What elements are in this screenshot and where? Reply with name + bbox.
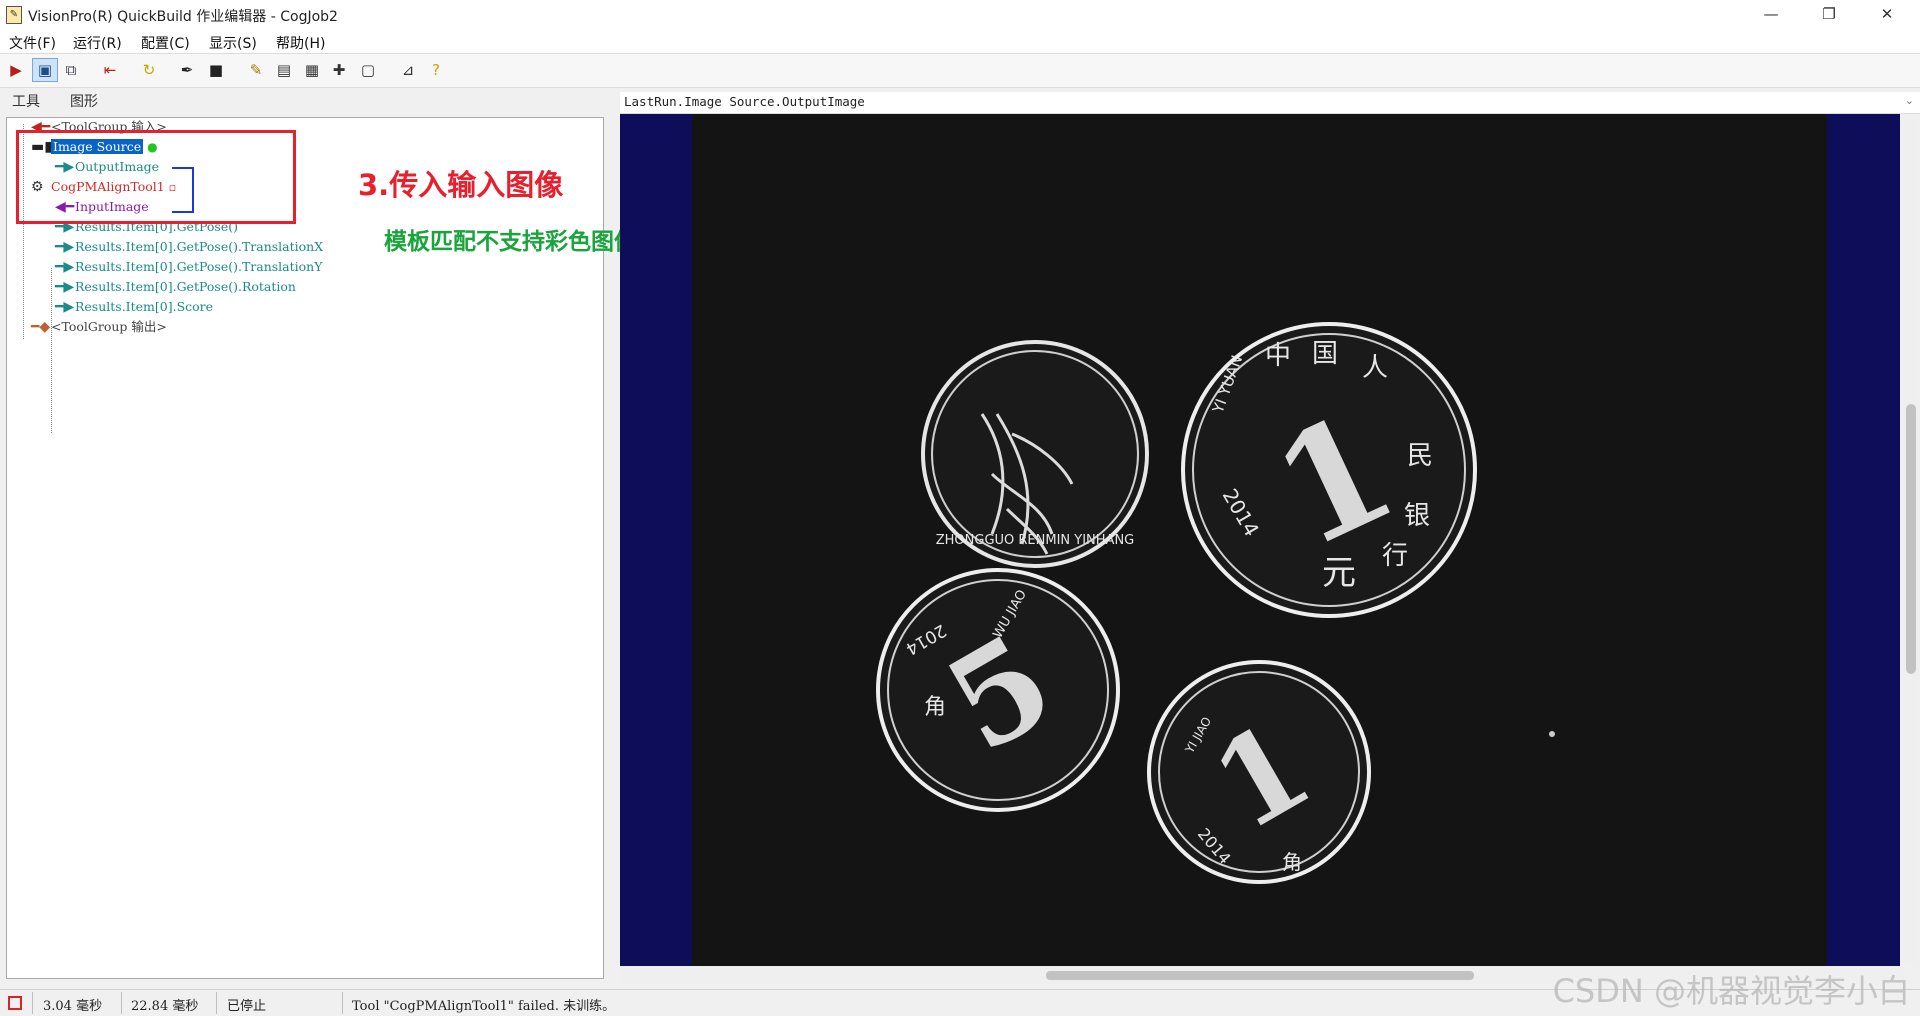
output-terminal-icon: ━▶	[55, 299, 75, 315]
svg-text:中: 中	[1265, 341, 1291, 371]
output-terminal-icon: ━▶	[55, 279, 75, 295]
toolbar: ▶ ▣ ⧉ ⇤ ↻ ✒ ■ ✎ ▤ ▦ ✚ ▢ ⊿ ?	[0, 53, 1920, 88]
viewer-header: LastRun.Image Source.OutputImage ⌄	[620, 92, 1920, 114]
svg-text:银: 银	[1404, 501, 1430, 531]
status-message: Tool "CogPMAlignTool1" failed. 未训练。	[352, 999, 616, 1014]
tree-result-item[interactable]: ━▶Results.Item[0].GetPose().TranslationX	[55, 238, 323, 256]
output-arrow-icon: ━◆	[31, 319, 51, 335]
image-viewer[interactable]: ZHONGGUO RENMIN YINHANG 1 中 国 人 民 银 行 元 …	[620, 114, 1900, 966]
horizontal-scroll-thumb[interactable]	[1046, 971, 1474, 980]
tree-result-item[interactable]: ━▶Results.Item[0].Score	[55, 298, 213, 316]
vertical-scrollbar[interactable]	[1904, 114, 1918, 966]
menu-run[interactable]: 运行(R)	[73, 33, 122, 53]
status-separator	[32, 992, 33, 1014]
tree-line	[51, 268, 52, 433]
menu-config[interactable]: 配置(C)	[141, 33, 190, 53]
svg-text:角: 角	[1282, 850, 1302, 874]
output-terminal-icon: ━▶	[55, 239, 75, 255]
tree-group-output[interactable]: ━◆<ToolGroup 输出>	[31, 318, 167, 336]
svg-text:角: 角	[924, 695, 946, 720]
vertical-scroll-thumb[interactable]	[1906, 404, 1916, 674]
counter-icon[interactable]: ▤	[272, 59, 296, 81]
image-display-icon[interactable]: ▣	[32, 58, 58, 82]
status-separator	[121, 992, 122, 1014]
coin1-legend: ZHONGGUO RENMIN YINHANG	[936, 533, 1135, 548]
edit-pen-icon[interactable]: ✒	[175, 59, 199, 81]
tree-result-item[interactable]: ━▶Results.Item[0].GetPose().Rotation	[55, 278, 296, 296]
coin-image: ZHONGGUO RENMIN YINHANG 1 中 国 人 民 银 行 元 …	[692, 114, 1827, 966]
notes-icon[interactable]: ✎	[244, 59, 268, 81]
chevron-down-icon[interactable]: ⌄	[1905, 94, 1914, 107]
coins-svg: ZHONGGUO RENMIN YINHANG 1 中 国 人 民 银 行 元 …	[876, 322, 1555, 884]
app-icon: ✎	[6, 6, 22, 24]
viewer-title: LastRun.Image Source.OutputImage	[624, 94, 865, 109]
menu-help[interactable]: 帮助(H)	[276, 33, 325, 53]
menu-display[interactable]: 显示(S)	[209, 33, 257, 53]
camera-icon[interactable]: ■	[204, 59, 228, 81]
tab-graphics[interactable]: 图形	[64, 91, 104, 113]
svg-text:人: 人	[1362, 353, 1388, 383]
refresh-icon[interactable]: ↻	[137, 59, 161, 81]
svg-text:民: 民	[1407, 441, 1433, 471]
restore-icon[interactable]: ❐	[1800, 0, 1858, 29]
svg-text:国: 国	[1312, 339, 1338, 369]
annotation-step: 3.传入输入图像	[358, 168, 564, 202]
status-separator	[342, 992, 343, 1014]
menu-file[interactable]: 文件(F)	[9, 33, 56, 53]
bright-speck	[1549, 731, 1555, 737]
status-separator	[216, 992, 217, 1014]
window-title: VisionPro(R) QuickBuild 作业编辑器 - CogJob2	[28, 9, 338, 25]
output-terminal-icon: ━▶	[55, 259, 75, 275]
coin-one-yuan: 1 中 国 人 民 银 行 元 YI YUAN 2014	[1181, 322, 1477, 618]
link-connector	[172, 167, 194, 213]
svg-text:行: 行	[1382, 541, 1408, 571]
status-state: 已停止	[227, 999, 267, 1014]
status-bar: 3.04 毫秒 22.84 毫秒 已停止 Tool "CogPMAlignToo…	[0, 972, 1920, 1016]
run-icon[interactable]: ▶	[4, 59, 28, 81]
left-tabs: 工具 图形	[0, 88, 615, 115]
settings-panel-icon[interactable]: ▦	[300, 59, 324, 81]
tools-icon[interactable]: ✚	[327, 59, 351, 81]
coin-one-jiao: 1 YI JIAO 2014 角	[1147, 660, 1371, 884]
help-icon[interactable]: ?	[424, 59, 448, 81]
tree-result-item[interactable]: ━▶Results.Item[0].GetPose().TranslationY	[55, 258, 322, 276]
close-icon[interactable]: ✕	[1858, 0, 1916, 29]
title-bar: ✎ VisionPro(R) QuickBuild 作业编辑器 - CogJob…	[0, 0, 1920, 30]
copy-icon[interactable]: ⧉	[59, 59, 83, 81]
minimize-icon[interactable]: —	[1742, 0, 1800, 29]
status-time-last: 3.04 毫秒	[43, 999, 103, 1014]
watermark: CSDN @机器视觉李小白	[1552, 972, 1910, 1010]
annotation-highlight-box	[16, 130, 296, 224]
frame-icon[interactable]: ▢	[356, 59, 380, 81]
tab-tools[interactable]: 工具	[6, 91, 46, 113]
analysis-icon[interactable]: ⊿	[396, 59, 420, 81]
stop-icon	[8, 996, 22, 1010]
coin-five-jiao: 5 WU JIAO 2014 角	[876, 568, 1120, 812]
menu-bar: 文件(F) 运行(R) 配置(C) 显示(S) 帮助(H)	[0, 29, 1920, 53]
coin-flower: ZHONGGUO RENMIN YINHANG	[921, 340, 1149, 568]
svg-text:元: 元	[1322, 553, 1356, 593]
status-time-total: 22.84 毫秒	[131, 999, 199, 1014]
reset-icon[interactable]: ⇤	[98, 59, 122, 81]
